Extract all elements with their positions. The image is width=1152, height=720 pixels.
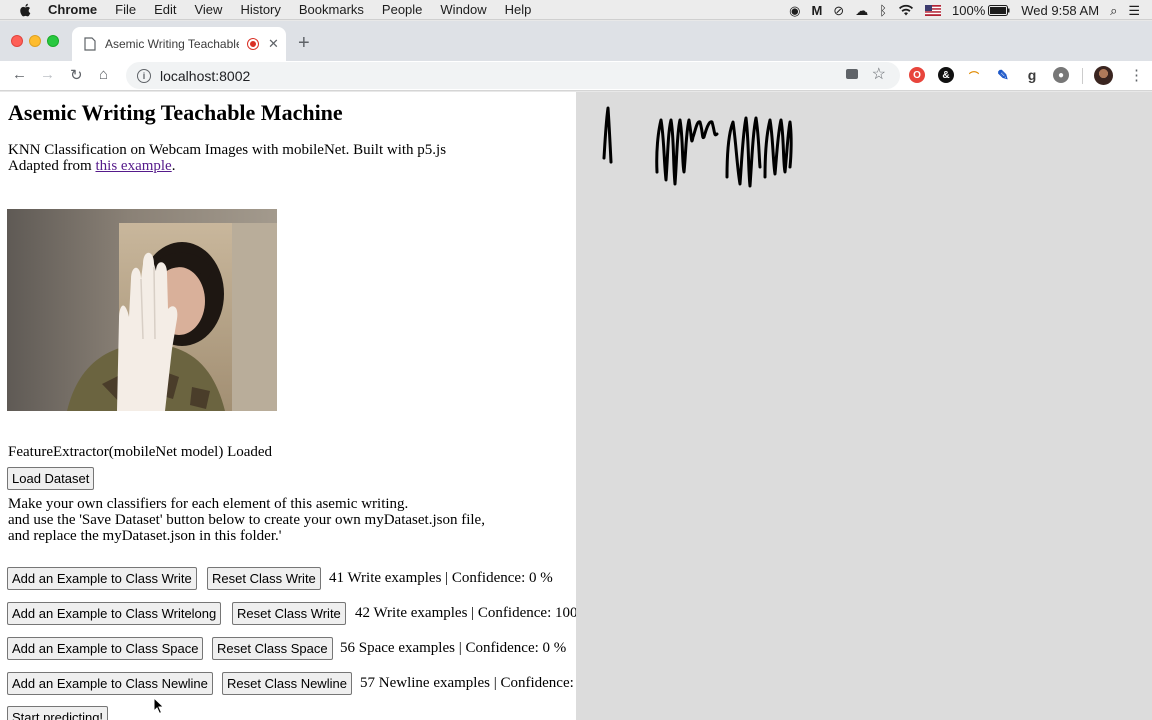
page-viewport: Asemic Writing Teachable Machine KNN Cla… (0, 92, 1152, 720)
recording-indicator-icon (247, 38, 259, 50)
forward-icon[interactable]: → (40, 66, 55, 83)
menu-file[interactable]: File (115, 2, 136, 17)
extension-agent-icon[interactable]: ● (1053, 67, 1069, 83)
address-bar[interactable]: i localhost:8002 ☆ (126, 62, 900, 89)
start-predicting-button[interactable]: Start predicting! (7, 706, 109, 720)
menu-clock[interactable]: Wed 9:58 AM (1021, 3, 1099, 18)
reset-class-write-button[interactable]: Reset Class Write (207, 567, 321, 590)
model-status: FeatureExtractor(mobileNet model) Loaded (8, 444, 273, 460)
cloud-icon[interactable]: ☁ (855, 4, 868, 17)
reset-class-space-button[interactable]: Reset Class Space (212, 637, 333, 660)
window-minimize-button[interactable] (29, 35, 41, 47)
flag-icon[interactable] (925, 4, 941, 16)
instruction-line-3: and replace the myDataset.json in this f… (8, 528, 282, 544)
battery-icon[interactable] (988, 4, 1010, 16)
url-text[interactable]: localhost:8002 (160, 68, 250, 84)
window-close-button[interactable] (11, 35, 23, 47)
page-subtitle: KNN Classification on Webcam Images with… (8, 142, 447, 158)
toolbar-divider (1082, 68, 1083, 84)
class-space-status: 56 Space examples | Confidence: 0 % (340, 640, 567, 656)
controls-panel: Asemic Writing Teachable Machine KNN Cla… (0, 92, 576, 720)
menu-help[interactable]: Help (505, 2, 532, 17)
add-example-space-button[interactable]: Add an Example to Class Space (7, 637, 204, 660)
battery-percent[interactable]: 100% (952, 3, 985, 18)
asemic-writing-strokes (602, 106, 793, 188)
mouse-cursor-icon (153, 697, 165, 715)
wifi-icon[interactable] (898, 4, 914, 16)
menu-window[interactable]: Window (440, 2, 486, 17)
add-example-newline-button[interactable]: Add an Example to Class Newline (7, 672, 213, 695)
macos-menu-bar: Chrome File Edit View History Bookmarks … (0, 0, 1152, 20)
profile-avatar[interactable] (1094, 66, 1113, 85)
add-example-writelong-button[interactable]: Add an Example to Class Writelong (7, 602, 222, 625)
class-newline-status: 57 Newline examples | Confidence: 0 % (360, 675, 576, 691)
instruction-line-1: Make your own classifiers for each eleme… (8, 496, 409, 512)
spotlight-search-icon[interactable]: ⌕ (1110, 4, 1117, 17)
asemic-stroke-4 (763, 118, 793, 179)
site-info-icon[interactable]: i (137, 68, 151, 83)
close-tab-icon[interactable]: ✕ (268, 36, 279, 52)
reset-class-writelong-button[interactable]: Reset Class Write (232, 602, 346, 625)
apple-logo-icon[interactable] (18, 3, 34, 17)
menu-bookmarks[interactable]: Bookmarks (299, 2, 364, 17)
add-example-write-button[interactable]: Add an Example to Class Write (7, 567, 197, 590)
notification-center-icon[interactable]: ☰ (1128, 4, 1140, 17)
reload-icon[interactable]: ↻ (70, 66, 83, 84)
back-icon[interactable]: ← (12, 66, 27, 83)
extension-arc-icon[interactable]: ⌒ (966, 67, 982, 83)
new-tab-icon[interactable]: + (298, 32, 310, 55)
asemic-drawing-canvas[interactable] (576, 92, 1152, 720)
medium-icon[interactable]: M (811, 4, 822, 17)
page-title: Asemic Writing Teachable Machine (8, 100, 343, 125)
bookmark-star-icon[interactable]: ☆ (872, 64, 886, 84)
more-menu-icon[interactable]: ⋮ (1129, 66, 1144, 84)
load-dataset-button[interactable]: Load Dataset (7, 467, 95, 490)
menu-view[interactable]: View (194, 2, 222, 17)
extension-opera-icon[interactable]: O (909, 67, 925, 83)
extension-g-icon[interactable]: g (1024, 67, 1040, 83)
menu-people[interactable]: People (382, 2, 422, 17)
extension-pen-icon[interactable]: ✎ (995, 67, 1011, 83)
menu-app-chrome[interactable]: Chrome (48, 2, 97, 17)
page-icon (84, 37, 96, 51)
browser-toolbar: ← → ↻ ⌂ i localhost:8002 ☆ O & ⌒ ✎ g ● ⋮ (0, 61, 1152, 91)
window-maximize-button[interactable] (47, 35, 59, 47)
adapted-from-prefix: Adapted from (8, 158, 96, 174)
menu-history[interactable]: History (240, 2, 280, 17)
bluetooth-icon[interactable]: ᛒ (879, 4, 887, 17)
home-icon[interactable]: ⌂ (99, 66, 108, 83)
example-link[interactable]: this example (95, 158, 171, 174)
tab-title: Asemic Writing Teachable Machine (105, 37, 239, 51)
browser-tab-strip: Asemic Writing Teachable Machine ✕ + (0, 21, 1152, 61)
adapted-from-suffix: . (171, 158, 176, 174)
reset-class-newline-button[interactable]: Reset Class Newline (222, 672, 352, 695)
adapted-from-line: Adapted from this example. (8, 158, 175, 175)
asemic-stroke-1 (602, 106, 613, 164)
class-writelong-status: 42 Write examples | Confidence: 100 % (355, 605, 576, 621)
extension-ampersand-icon[interactable]: & (938, 67, 954, 83)
browser-tab[interactable]: Asemic Writing Teachable Machine ✕ (72, 27, 286, 61)
instruction-line-2: and use the 'Save Dataset' button below … (8, 512, 485, 528)
camera-in-use-icon[interactable] (846, 69, 858, 79)
asemic-stroke-2 (655, 118, 719, 186)
webcam-video (7, 209, 277, 411)
class-write-status: 41 Write examples | Confidence: 0 % (329, 570, 553, 586)
menu-edit[interactable]: Edit (154, 2, 176, 17)
record-status-icon[interactable]: ◉ (789, 4, 800, 17)
asemic-stroke-3 (725, 116, 762, 188)
sync-icon[interactable]: ⊘ (833, 4, 844, 17)
